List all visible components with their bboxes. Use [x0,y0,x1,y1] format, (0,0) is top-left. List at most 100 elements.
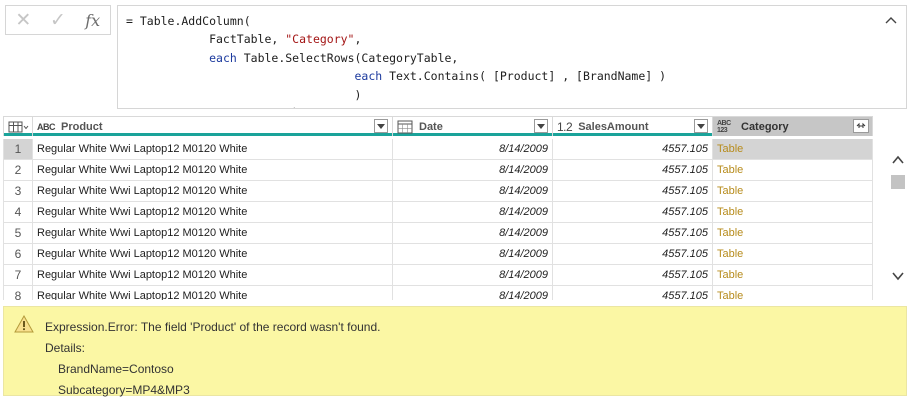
date-cell[interactable]: 8/14/2009 [393,244,553,264]
category-table-link[interactable]: Table [713,223,873,243]
row-index[interactable]: 1 [3,139,33,159]
table-row[interactable]: 1 Regular White Wwi Laptop12 M0120 White 8… [3,139,873,160]
text-type-icon[interactable]: ABC [37,122,56,132]
decimal-type-icon[interactable]: 1.2 [557,120,573,134]
row-index[interactable]: 7 [3,265,33,285]
error-details-label: Details: [45,341,86,355]
table-row[interactable]: 3 Regular White Wwi Laptop12 M0120 White 8… [3,181,873,202]
scrollbar-thumb[interactable] [891,175,905,189]
date-cell[interactable]: 8/14/2009 [393,202,553,222]
chevron-down-icon [537,123,545,129]
sales-amount-cell[interactable]: 4557.105 [553,265,713,285]
table-row[interactable]: 7 Regular White Wwi Laptop12 M0120 White 8… [3,265,873,286]
date-cell[interactable]: 8/14/2009 [393,139,553,159]
row-index[interactable]: 6 [3,244,33,264]
chevron-down-icon [377,123,385,129]
vertical-scrollbar[interactable] [889,148,907,298]
category-table-link[interactable]: Table [713,265,873,285]
expand-column-button[interactable] [853,119,869,133]
formula-token: ) [126,87,362,102]
table-row[interactable]: 5 Regular White Wwi Laptop12 M0120 White 8… [3,223,873,244]
product-cell[interactable]: Regular White Wwi Laptop12 M0120 White [33,265,393,285]
chevron-down-icon [697,123,705,129]
formula-keyword: each [209,50,237,65]
product-cell[interactable]: Regular White Wwi Laptop12 M0120 White [33,244,393,264]
row-index[interactable]: 4 [3,202,33,222]
sales-amount-cell[interactable]: 4557.105 [553,139,713,159]
column-product[interactable]: ABC Product [33,116,393,136]
product-cell[interactable]: Regular White Wwi Laptop12 M0120 White [33,160,393,180]
chevron-down-icon[interactable] [891,270,905,282]
error-message: Expression.Error: The field 'Product' of… [45,320,381,334]
formula-text[interactable]: = Table.AddColumn( FactTable, "Category"… [126,12,667,108]
calendar-icon[interactable] [397,120,413,134]
table-row[interactable]: 4 Regular White Wwi Laptop12 M0120 White 8… [3,202,873,223]
formula-bar-controls: ✕ ✓ fx [5,5,111,35]
date-cell[interactable]: 8/14/2009 [393,286,553,300]
column-category[interactable]: ABC 123 Category [713,116,873,136]
date-cell[interactable]: 8/14/2009 [393,223,553,243]
date-cell[interactable]: 8/14/2009 [393,265,553,285]
error-detail: Subcategory=MP4&MP3 [58,383,190,397]
category-table-link[interactable]: Table [713,181,873,201]
any-type-icon[interactable]: ABC 123 [717,120,735,134]
error-text: Expression.Error: The field 'Product' of… [45,317,380,401]
date-cell[interactable]: 8/14/2009 [393,181,553,201]
product-cell[interactable]: Regular White Wwi Laptop12 M0120 White [33,286,393,300]
sales-amount-cell[interactable]: 4557.105 [553,181,713,201]
table-row[interactable]: 2 Regular White Wwi Laptop12 M0120 White 8… [3,160,873,181]
category-table-link[interactable]: Table [713,244,873,264]
category-table-link[interactable]: Table [713,139,873,159]
column-salesamount[interactable]: 1.2 SalesAmount [553,116,713,136]
error-detail: BrandName=Contoso [58,362,174,376]
table-row[interactable]: 8 Regular White Wwi Laptop12 M0120 White 8… [3,286,873,300]
column-header-label: Product [61,120,103,133]
date-cell[interactable]: 8/14/2009 [393,160,553,180]
sales-amount-cell[interactable]: 4557.105 [553,286,713,300]
row-index[interactable]: 5 [3,223,33,243]
product-cell[interactable]: Regular White Wwi Laptop12 M0120 White [33,181,393,201]
sales-amount-cell[interactable]: 4557.105 [553,160,713,180]
column-date[interactable]: Date [393,116,553,136]
chevron-up-icon[interactable] [884,14,898,26]
filter-dropdown-button[interactable] [694,119,708,133]
formula-token: Text.Contains( [Product] , [BrandName] ) [382,69,667,84]
formula-string: "Category" [285,32,355,47]
sales-amount-cell[interactable]: 4557.105 [553,202,713,222]
expand-icon [856,122,866,128]
product-cell[interactable]: Regular White Wwi Laptop12 M0120 White [33,202,393,222]
warning-icon [14,315,34,333]
formula-token: FactTable, [126,32,286,47]
row-index[interactable]: 2 [3,160,33,180]
formula-token: Table.SelectRows(CategoryTable, [236,50,459,65]
chevron-up-icon[interactable] [891,154,905,166]
formula-keyword: each [354,69,383,84]
formula-token [126,69,354,83]
sales-amount-cell[interactable]: 4557.105 [553,244,713,264]
data-grid: ABC Product Date 1.2 SalesAmount ABC 123… [3,116,873,300]
fx-icon[interactable]: fx [75,6,110,34]
filter-dropdown-button[interactable] [374,119,388,133]
formula-editor[interactable]: = Table.AddColumn( FactTable, "Category"… [117,5,907,109]
category-table-link[interactable]: Table [713,160,873,180]
product-cell[interactable]: Regular White Wwi Laptop12 M0120 White [33,139,393,159]
error-pane: Expression.Error: The field 'Product' of… [3,306,907,397]
column-header-label: Category [741,120,789,133]
row-index[interactable]: 3 [3,181,33,201]
table-icon [8,121,29,132]
filter-dropdown-button[interactable] [534,119,548,133]
category-table-link[interactable]: Table [713,286,873,300]
grid-rows: 1 Regular White Wwi Laptop12 M0120 White 8… [3,139,873,300]
check-icon[interactable]: ✓ [41,6,76,34]
table-menu-button[interactable] [3,116,33,136]
table-row[interactable]: 6 Regular White Wwi Laptop12 M0120 White 8… [3,244,873,265]
formula-token [126,51,209,65]
category-table-link[interactable]: Table [713,202,873,222]
formula-token: , [354,32,362,47]
sales-amount-cell[interactable]: 4557.105 [553,223,713,243]
product-cell[interactable]: Regular White Wwi Laptop12 M0120 White [33,223,393,243]
column-header-label: SalesAmount [578,120,649,133]
close-icon[interactable]: ✕ [6,6,41,34]
row-index[interactable]: 8 [3,286,33,300]
grid-header: ABC Product Date 1.2 SalesAmount ABC 123… [3,116,873,136]
